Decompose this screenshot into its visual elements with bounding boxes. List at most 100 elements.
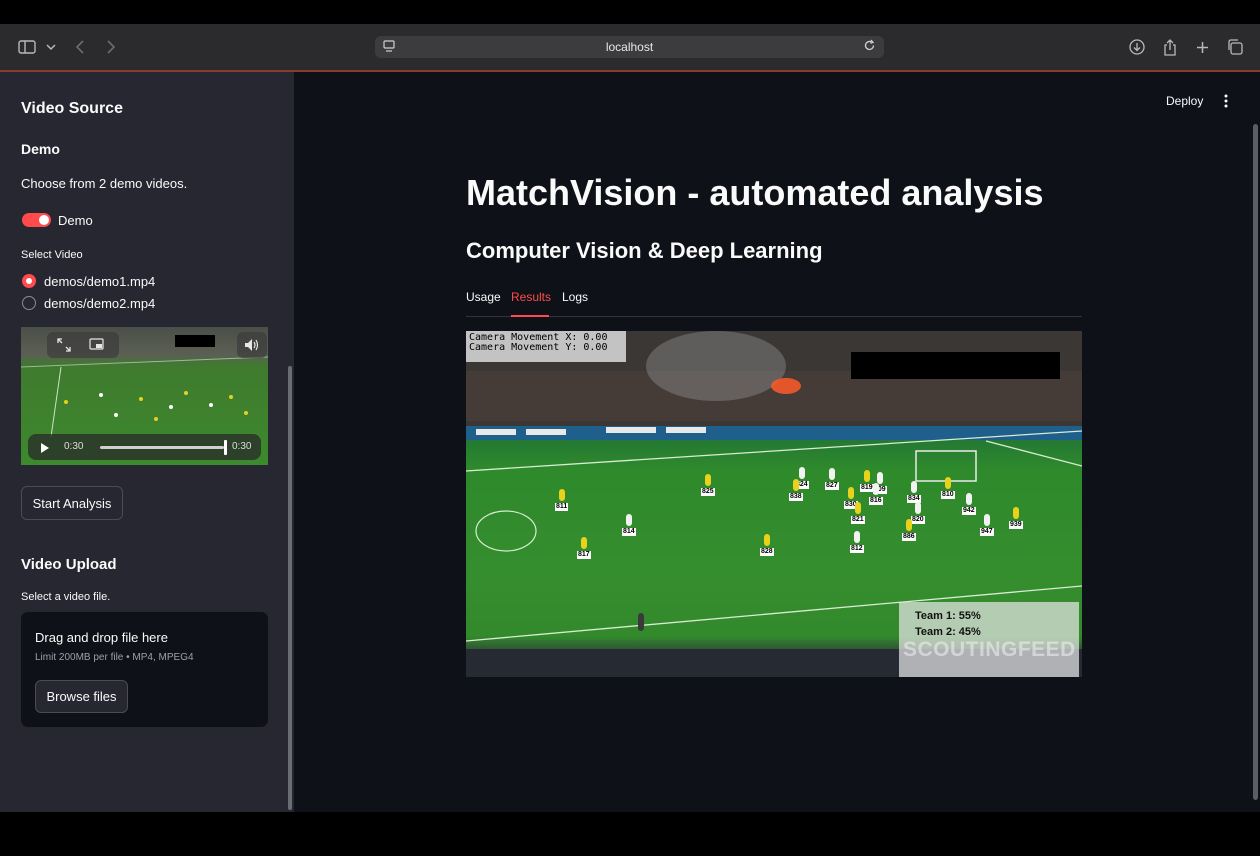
player-marker: [829, 468, 835, 480]
share-icon[interactable]: [1161, 24, 1179, 70]
browser-toolbar: localhost: [0, 24, 1260, 72]
picture-in-picture-icon[interactable]: [89, 338, 105, 356]
radio-demo1-label[interactable]: demos/demo1.mp4: [44, 274, 155, 289]
player-marker: [848, 487, 854, 499]
player-marker: [915, 502, 921, 514]
play-icon[interactable]: [40, 441, 50, 459]
player-id: 812: [850, 545, 864, 553]
player-id: 810: [941, 491, 955, 499]
player-marker: [626, 514, 632, 526]
player-marker: [854, 531, 860, 543]
streamlit-app: Video Source Demo Choose from 2 demo vid…: [0, 72, 1260, 812]
player-id: 814: [622, 528, 636, 536]
camera-movement-overlay: Camera Movement X: 0.00 Camera Movement …: [466, 331, 626, 362]
tab-results[interactable]: Results: [511, 290, 551, 304]
player-id: 820: [911, 516, 925, 524]
player-id: 827: [825, 482, 839, 490]
player-id: 942: [962, 507, 976, 515]
demo-toggle[interactable]: [22, 213, 51, 227]
page-subtitle: Computer Vision & Deep Learning: [466, 238, 823, 263]
address-bar[interactable]: localhost: [375, 36, 884, 58]
player-id: 816: [869, 497, 883, 505]
sidebar: Video Source Demo Choose from 2 demo vid…: [0, 72, 294, 812]
camera-y-readout: Camera Movement Y: 0.00: [469, 342, 608, 353]
radio-demo2-label[interactable]: demos/demo2.mp4: [44, 296, 155, 311]
player-id: 947: [980, 528, 994, 536]
deploy-button[interactable]: Deploy: [1166, 94, 1203, 108]
demo-caption: Choose from 2 demo videos.: [21, 176, 188, 191]
tab-divider: [466, 316, 1082, 317]
player-top-controls: [47, 332, 119, 358]
video-mask: [175, 335, 215, 347]
team2-possession: Team 2: 45%: [915, 626, 981, 638]
player-marker: [705, 474, 711, 486]
file-dropzone[interactable]: Drag and drop file here Limit 200MB per …: [21, 612, 268, 727]
upload-caption: Select a video file.: [21, 591, 111, 603]
page-title: MatchVision - automated analysis: [466, 172, 1044, 213]
player-marker: [906, 519, 912, 531]
forward-icon[interactable]: [103, 24, 119, 70]
player-id: 886: [902, 533, 916, 541]
radio-demo1[interactable]: [22, 274, 36, 288]
redacted-area: [851, 352, 1060, 379]
select-video-label: Select Video: [21, 249, 83, 261]
player-marker: [984, 514, 990, 526]
start-analysis-button[interactable]: Start Analysis: [21, 486, 123, 520]
demo-video-player[interactable]: 0:30 0:30: [21, 327, 268, 465]
player-id: 838: [789, 493, 803, 501]
player-marker: [966, 493, 972, 505]
duration: 0:30: [232, 441, 252, 452]
player-marker: [945, 477, 951, 489]
url-text: localhost: [605, 40, 654, 54]
radio-demo2[interactable]: [22, 296, 36, 310]
player-marker: [1013, 507, 1019, 519]
player-id: 939: [1009, 521, 1023, 529]
tab-logs[interactable]: Logs: [562, 290, 588, 304]
current-time: 0:30: [64, 441, 84, 452]
demo-toggle-label: Demo: [58, 213, 93, 228]
player-marker: [799, 467, 805, 479]
player-marker: [855, 502, 861, 514]
tab-active-indicator: [511, 315, 549, 317]
main-scrollbar[interactable]: [1253, 124, 1258, 800]
volume-button[interactable]: [237, 332, 267, 358]
sidebar-toggle-icon[interactable]: [16, 24, 38, 70]
player-marker: [793, 479, 799, 491]
analysis-result-frame: Camera Movement X: 0.00 Camera Movement …: [466, 331, 1082, 677]
video-source-heading: Video Source: [21, 100, 123, 117]
tab-overview-icon[interactable]: [1226, 24, 1244, 70]
player-id: 828: [760, 548, 774, 556]
player-marker: [877, 472, 883, 484]
chevron-down-icon[interactable]: [44, 24, 58, 70]
download-icon[interactable]: [1128, 24, 1146, 70]
fullscreen-icon[interactable]: [57, 338, 71, 357]
dropzone-title: Drag and drop file here: [35, 630, 168, 645]
player-id: 817: [577, 551, 591, 559]
player-id: 825: [701, 488, 715, 496]
player-marker: [873, 483, 879, 495]
player-marker: [864, 470, 870, 482]
player-marker: [581, 537, 587, 549]
watermark: SCOUTINGFEED: [903, 638, 1076, 661]
player-marker: [559, 489, 565, 501]
browse-files-button[interactable]: Browse files: [35, 680, 128, 713]
seek-handle[interactable]: [224, 440, 227, 455]
player-marker: [911, 481, 917, 493]
team1-possession: Team 1: 55%: [915, 610, 981, 622]
back-icon[interactable]: [72, 24, 88, 70]
tab-usage[interactable]: Usage: [466, 290, 501, 304]
sidebar-scrollbar[interactable]: [288, 366, 292, 810]
demo-heading: Demo: [21, 141, 60, 157]
player-id: 821: [851, 516, 865, 524]
volume-icon: [244, 338, 260, 357]
new-tab-icon[interactable]: [1194, 24, 1210, 70]
reload-icon[interactable]: [863, 39, 876, 55]
site-settings-icon[interactable]: [383, 39, 395, 56]
seek-bar[interactable]: [100, 446, 224, 449]
video-upload-heading: Video Upload: [21, 556, 117, 573]
player-marker: [764, 534, 770, 546]
player-bottom-controls: 0:30 0:30: [28, 434, 261, 460]
player-id: 819: [860, 484, 874, 492]
main-menu-icon[interactable]: [1222, 94, 1230, 113]
player-id: 811: [555, 503, 569, 511]
